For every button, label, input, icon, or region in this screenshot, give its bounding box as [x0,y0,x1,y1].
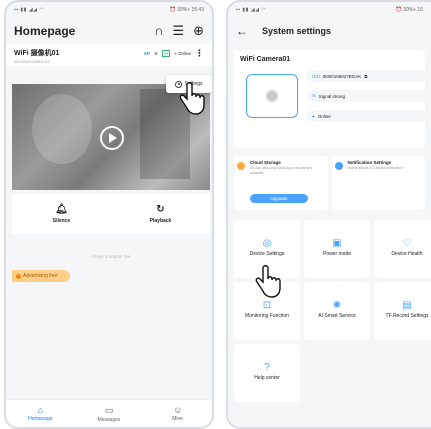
ai-icon: ✺ [332,300,342,311]
status-bar: ▪▪ ▮▮ ◢◢ ◠ ⏰ 30%+ 15:43 [6,2,212,18]
camera-row[interactable]: WiFi 摄像机01 0KC0S0S2254KJ2Z AP ≋ 99 Onlin… [6,44,212,66]
power-icon: ▣ [332,238,342,249]
settings-header: ← System settings [228,18,431,44]
pointer-hand-icon [179,82,205,115]
bell-icon: 🔔︎ [55,204,68,215]
online-row: ● Online [306,110,431,122]
online-text: Online [317,113,331,119]
help-icon: ? [264,362,270,373]
ad-free-icon [16,273,21,279]
page-title: System settings [262,26,332,36]
online-status: Online [174,51,191,56]
nav-messages-label: Messages [97,416,121,423]
camera-thumbnail [246,74,298,118]
uid-row: UID 0KB0158027BGAK ⧉ [306,70,431,82]
device-name: WiFi Camera01 [240,56,291,63]
bell-icon [334,162,343,170]
bottom-navigation: ⌂ Homepage ▭ Messages ☺ Mine [6,399,212,427]
menu-icon[interactable]: ☰ [172,23,184,39]
play-icon[interactable] [100,126,124,150]
camera-icon [265,89,279,103]
camera-name: WiFi 摄像机01 [14,50,60,57]
headset-icon[interactable]: ∩ [154,23,163,39]
device-card: WiFi Camera01 UID 0KB0158027BGAK ⧉ ≋ Sig… [234,50,431,148]
camera-actions: 🔔︎ Silence ↻ Playback [12,194,210,234]
wifi-icon: ≋ [312,93,316,98]
settings-grid: ◎ Device Settings ▣ Power mode ♡ Device … [234,220,431,402]
tile-label: Help center [254,375,280,381]
nav-homepage[interactable]: ⌂ Homepage [6,400,75,427]
nav-mine-label: Mine [172,416,184,422]
phone-homepage: ▪▪ ▮▮ ◢◢ ◠ ⏰ 30%+ 15:43 Homepage ∩ ☰ ⊕ W… [4,0,214,429]
sd-card-icon: ▤ [402,300,412,311]
bottom-line-text: I have a bottom line [91,254,131,259]
cloud-storage-card[interactable]: Cloud Storage 30-day ultra-long cloud lo… [234,156,328,210]
tile-label: TF Record Settings [385,313,429,319]
silence-button[interactable]: 🔔︎ Silence [12,194,111,234]
playback-icon: ↻ [156,204,165,215]
home-icon: ⌂ [37,405,44,415]
copy-icon[interactable]: ⧉ [364,74,367,79]
back-arrow-icon[interactable]: ← [236,24,248,38]
monitor-icon: ⊡ [262,300,272,311]
signal-icon: ▪▪ ▮▮ ◢◢ ◠ [14,7,45,13]
ap-mode-label: AP [143,51,151,56]
upgrade-button[interactable]: Upgrade [250,194,308,203]
playback-label: Playback [149,218,172,224]
tile-label: Device Settings [249,251,285,257]
add-icon[interactable]: ⊕ [193,23,204,39]
tile-label: Monitoring Function [245,313,289,319]
camera-uid: 0KC0S0S2254KJ2Z [14,59,50,64]
status-time: ⏰ 30%+ 15 [395,7,424,13]
user-icon: ☺ [173,405,183,415]
tile-label: Power mode [322,251,352,257]
page-title: Homepage [14,24,76,38]
advertising-free-button[interactable]: Advertising free [12,270,70,282]
tile-tf-record-settings[interactable]: ▤ TF Record Settings [374,282,431,340]
phone-system-settings: ▪▪ ▮▮ ◢◢ ◠ ⏰ 30%+ 15 ← System settings W… [226,0,431,429]
pointer-hand-icon [255,265,281,298]
advertising-free-label: Advertising free [23,273,58,279]
cloud-storage-subtitle: 30-day ultra-long cloud loop recording i… [250,166,313,175]
device-settings-icon: ◎ [262,238,272,249]
playback-button[interactable]: ↻ Playback [111,194,210,234]
nav-messages[interactable]: ▭ Messages [75,400,144,427]
cloud-storage-title: Cloud Storage [250,160,281,165]
signal-text: Signal strong [318,93,346,99]
tile-ai-smart-service[interactable]: ✺ AI Smart Service [304,282,370,340]
uid-label: UID [312,73,320,79]
nav-homepage-label: Homepage [28,416,53,422]
status-dot-icon: ● [312,113,315,119]
status-time: ⏰ 30%+ 15:43 [169,7,204,13]
nav-mine[interactable]: ☺ Mine [143,400,212,427]
cloud-icon [237,162,245,170]
silence-label: Silence [52,218,71,224]
notification-subtitle: Mobile phone & Camera notification [347,166,403,170]
tile-device-health[interactable]: ♡ Device Health [374,220,431,278]
battery-icon: 99 [161,50,171,57]
tile-label: Device Health [391,251,423,257]
tile-power-mode[interactable]: ▣ Power mode [304,220,370,278]
wifi-icon: ≋ [154,50,158,56]
homepage-header: Homepage ∩ ☰ ⊕ [6,18,212,44]
notification-settings-card[interactable]: Notification Settings Mobile phone & Cam… [331,156,425,210]
more-options-icon[interactable]: ⋮ [195,48,204,59]
status-bar: ▪▪ ▮▮ ◢◢ ◠ ⏰ 30%+ 15 [228,2,431,18]
uid-value: 0KB0158027BGAK [322,73,362,79]
tile-help-center[interactable]: ? Help center [234,344,300,402]
signal-row: ≋ Signal strong [306,90,431,102]
heart-icon: ♡ [402,238,412,249]
message-icon: ▭ [104,404,114,415]
tile-label: AI Smart Service [318,313,356,319]
notification-title: Notification Settings [347,160,392,165]
signal-icon: ▪▪ ▮▮ ◢◢ ◠ [236,7,267,13]
